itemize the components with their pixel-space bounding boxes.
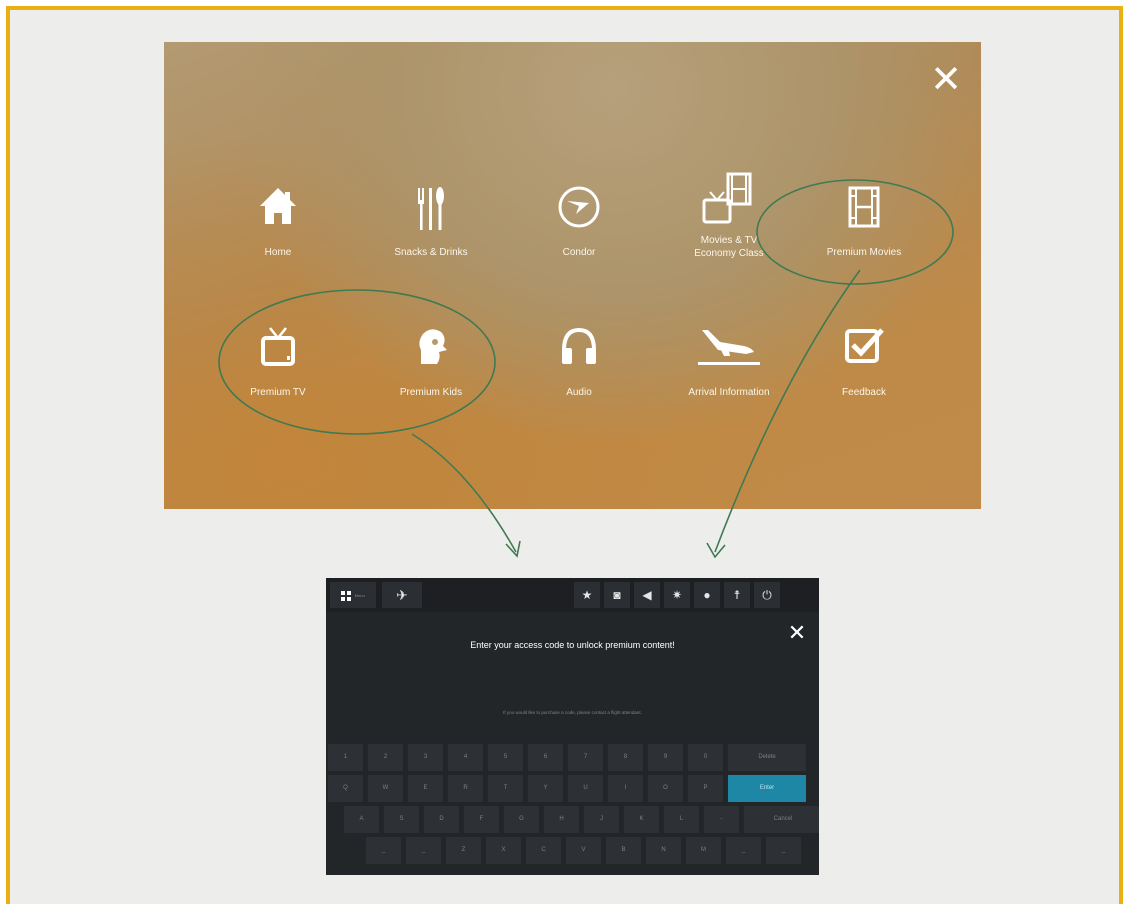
drop-icon[interactable]: ● bbox=[694, 582, 720, 608]
menu-tile-arrival-information[interactable]: Arrival Information bbox=[669, 324, 789, 399]
key-[interactable]: _ bbox=[766, 837, 801, 864]
access-code-dialog-screen: Menu ✈ ★ ◙ ◀ ✷ ● ☨ ⏻ ✕ Enter your access… bbox=[326, 578, 819, 875]
key-k[interactable]: K bbox=[624, 806, 659, 833]
person-icon[interactable]: ☨ bbox=[724, 582, 750, 608]
key-p[interactable]: P bbox=[688, 775, 723, 802]
home-icon bbox=[218, 184, 338, 240]
key-9[interactable]: 9 bbox=[648, 744, 683, 771]
key-z[interactable]: Z bbox=[446, 837, 481, 864]
dialog-title: Enter your access code to unlock premium… bbox=[470, 640, 675, 650]
key-m[interactable]: M bbox=[686, 837, 721, 864]
menu-tile-label: Home bbox=[264, 247, 292, 258]
key-8[interactable]: 8 bbox=[608, 744, 643, 771]
key-t[interactable]: T bbox=[488, 775, 523, 802]
menu-tile-premium-movies[interactable]: Premium Movies bbox=[804, 184, 924, 259]
key-e[interactable]: E bbox=[408, 775, 443, 802]
key-2[interactable]: 2 bbox=[368, 744, 403, 771]
menu-tile-label: Premium Kids bbox=[399, 387, 463, 398]
menu-tile-home[interactable]: Home bbox=[218, 184, 338, 259]
cutlery-icon bbox=[371, 184, 491, 240]
volume-icon[interactable]: ◀ bbox=[634, 582, 660, 608]
key-0[interactable]: 0 bbox=[688, 744, 723, 771]
key-y[interactable]: Y bbox=[528, 775, 563, 802]
key-enter[interactable]: Enter bbox=[728, 775, 806, 802]
menu-tile-label: Premium TV bbox=[250, 387, 306, 398]
key-[interactable]: _ bbox=[406, 837, 441, 864]
brightness-icon[interactable]: ✷ bbox=[664, 582, 690, 608]
key-4[interactable]: 4 bbox=[448, 744, 483, 771]
film-icon bbox=[804, 184, 924, 240]
key-q[interactable]: Q bbox=[328, 775, 363, 802]
key-[interactable]: _ bbox=[726, 837, 761, 864]
headphones-icon bbox=[519, 324, 639, 380]
menu-button-label: Menu bbox=[354, 592, 365, 598]
key-g[interactable]: G bbox=[504, 806, 539, 833]
tv-film-icon bbox=[669, 170, 789, 240]
top-toolbar: Menu ✈ ★ ◙ ◀ ✷ ● ☨ ⏻ bbox=[326, 578, 819, 612]
menu-tile-snacks-drinks[interactable]: Snacks & Drinks bbox=[371, 184, 491, 259]
key-i[interactable]: I bbox=[608, 775, 643, 802]
key-u[interactable]: U bbox=[568, 775, 603, 802]
menu-button[interactable]: Menu bbox=[330, 582, 376, 608]
key-w[interactable]: W bbox=[368, 775, 403, 802]
key-7[interactable]: 7 bbox=[568, 744, 603, 771]
menu-tile-premium-tv[interactable]: Premium TV bbox=[218, 324, 338, 399]
key-j[interactable]: J bbox=[584, 806, 619, 833]
key-r[interactable]: R bbox=[448, 775, 483, 802]
menu-tile-condor[interactable]: Condor bbox=[519, 184, 639, 259]
menu-tile-premium-kids[interactable]: Premium Kids bbox=[371, 324, 491, 399]
key-s[interactable]: S bbox=[384, 806, 419, 833]
star-icon[interactable]: ★ bbox=[574, 582, 600, 608]
condor-logo-icon bbox=[519, 184, 639, 240]
kids-icon bbox=[371, 324, 491, 380]
key-1[interactable]: 1 bbox=[328, 744, 363, 771]
menu-tile-feedback[interactable]: Feedback bbox=[804, 324, 924, 399]
key-cancel[interactable]: Cancel bbox=[744, 806, 819, 833]
menu-tile-label: Audio bbox=[566, 387, 592, 398]
key-d[interactable]: D bbox=[424, 806, 459, 833]
key-6[interactable]: 6 bbox=[528, 744, 563, 771]
menu-tile-label: Premium Movies bbox=[826, 247, 902, 258]
menu-tile-label: Feedback bbox=[842, 387, 886, 398]
key-o[interactable]: O bbox=[648, 775, 683, 802]
key-[interactable]: _ bbox=[366, 837, 401, 864]
grid-icon bbox=[341, 590, 352, 601]
key-f[interactable]: F bbox=[464, 806, 499, 833]
plane-icon[interactable]: ✈ bbox=[382, 582, 422, 608]
key-delete[interactable]: Delete bbox=[728, 744, 806, 771]
key-a[interactable]: A bbox=[344, 806, 379, 833]
key-h[interactable]: H bbox=[544, 806, 579, 833]
key-b[interactable]: B bbox=[606, 837, 641, 864]
menu-tile-audio[interactable]: Audio bbox=[519, 324, 639, 399]
key-n[interactable]: N bbox=[646, 837, 681, 864]
checkbox-icon bbox=[804, 324, 924, 380]
main-menu-screen: ✕ Home Snacks & Drinks Condor Movies & T… bbox=[164, 42, 981, 509]
key-3[interactable]: 3 bbox=[408, 744, 443, 771]
key-c[interactable]: C bbox=[526, 837, 561, 864]
key-[interactable]: - bbox=[704, 806, 739, 833]
menu-tile-label: Condor bbox=[562, 247, 596, 258]
menu-tile-movies-tv-economy[interactable]: Movies & TV Economy Class bbox=[669, 170, 789, 260]
key-5[interactable]: 5 bbox=[488, 744, 523, 771]
tv-icon bbox=[218, 324, 338, 380]
menu-close-button[interactable]: ✕ bbox=[930, 61, 962, 99]
key-l[interactable]: L bbox=[664, 806, 699, 833]
key-x[interactable]: X bbox=[486, 837, 521, 864]
chat-icon[interactable]: ◙ bbox=[604, 582, 630, 608]
menu-tile-label: Movies & TV Economy Class bbox=[694, 235, 764, 259]
power-icon[interactable]: ⏻ bbox=[754, 582, 780, 608]
key-v[interactable]: V bbox=[566, 837, 601, 864]
dialog-hint: If you would like to purchase a code, pl… bbox=[503, 710, 642, 715]
plane-landing-icon bbox=[669, 324, 789, 380]
menu-tile-label: Snacks & Drinks bbox=[394, 247, 468, 258]
menu-tile-label: Arrival Information bbox=[688, 387, 770, 398]
